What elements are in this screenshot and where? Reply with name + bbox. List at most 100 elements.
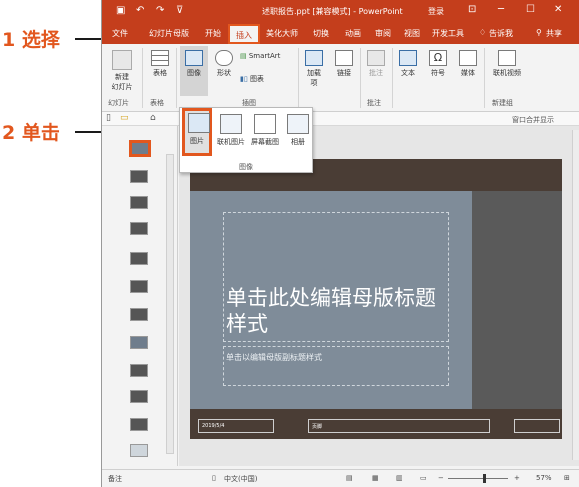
picture-label: 图片 xyxy=(190,137,204,145)
step-1-annotation: 1 选择 xyxy=(2,29,60,51)
language-icon: ▯ xyxy=(212,474,216,482)
maximize-icon[interactable]: ☐ xyxy=(526,4,535,15)
footer-placeholder[interactable]: 页脚 xyxy=(308,419,490,433)
signin-link[interactable]: 登录 xyxy=(428,6,444,17)
tab-slide-master[interactable]: 幻灯片母版 xyxy=(149,28,189,39)
image-button[interactable]: 图像 xyxy=(180,46,208,96)
tab-insert[interactable]: 插入 xyxy=(228,24,260,44)
slide-thumbnail[interactable] xyxy=(130,222,148,235)
close-icon[interactable]: ✕ xyxy=(554,4,562,15)
album-button[interactable]: 相册 xyxy=(284,114,312,147)
tell-me-input[interactable]: 告诉我 xyxy=(489,28,513,39)
title-bar: ▣ ↶ ↷ ⊽ 述职报告.ppt [兼容模式] - PowerPoint 登录 … xyxy=(102,0,579,22)
slide-side-band xyxy=(472,191,562,409)
tab-transitions[interactable]: 切换 xyxy=(313,28,329,39)
online-picture-label: 联机图片 xyxy=(217,138,245,146)
tab-developer[interactable]: 开发工具 xyxy=(432,28,464,39)
group-label-comments: 批注 xyxy=(367,99,381,107)
slide-thumbnails-pane xyxy=(102,126,178,466)
group-divider xyxy=(484,48,485,108)
slide-thumbnail[interactable] xyxy=(130,364,148,377)
comment-button[interactable]: 批注 xyxy=(364,50,388,78)
screenshot-button[interactable]: 屏幕截图 xyxy=(248,114,282,147)
slide-master-subtitle[interactable]: 单击以编辑母版副标题样式 xyxy=(226,352,446,363)
zoom-out-icon[interactable]: − xyxy=(438,474,444,482)
table-button[interactable]: 表格 xyxy=(148,50,172,78)
zoom-in-icon[interactable]: + xyxy=(514,474,520,482)
tab-view[interactable]: 视图 xyxy=(404,28,420,39)
redo-icon[interactable]: ↷ xyxy=(156,5,164,16)
fit-slide-icon[interactable]: ⊞ xyxy=(564,474,570,482)
chart-button[interactable]: ▮▯ 图表 xyxy=(240,74,280,84)
ribbon-display-icon[interactable]: ⊡ xyxy=(468,4,476,15)
notes-button[interactable]: 备注 xyxy=(108,474,122,484)
smartart-button[interactable]: ▤ SmartArt xyxy=(240,52,294,60)
tab-home[interactable]: 开始 xyxy=(205,28,221,39)
customize-icon[interactable]: ⊽ xyxy=(176,5,183,16)
home-icon[interactable]: ⌂ xyxy=(150,113,156,123)
thumbnails-scrollbar[interactable] xyxy=(166,154,174,454)
date-placeholder[interactable]: 2019/5/4 xyxy=(198,419,274,433)
zoom-slider[interactable] xyxy=(448,478,508,479)
group-label-slides: 幻灯片 xyxy=(108,99,129,107)
minimize-icon[interactable]: ─ xyxy=(498,4,504,15)
shapes-icon xyxy=(215,50,233,66)
language-status[interactable]: 中文(中国) xyxy=(224,474,257,484)
group-divider xyxy=(392,48,393,108)
shapes-button[interactable]: 形状 xyxy=(212,50,236,78)
slide-thumbnail-master[interactable] xyxy=(129,140,151,157)
symbol-button[interactable]: Ω 符号 xyxy=(426,50,450,78)
person-icon: ⚲ xyxy=(536,28,542,37)
media-button[interactable]: 媒体 xyxy=(456,50,480,78)
share-button[interactable]: 共享 xyxy=(546,28,562,39)
image-dropdown-menu: 图片 联机图片 屏幕截图 相册 图像 xyxy=(179,107,313,173)
video-icon xyxy=(498,50,516,66)
slide-thumbnail[interactable] xyxy=(130,390,148,403)
tab-animations[interactable]: 动画 xyxy=(345,28,361,39)
slide-thumbnail[interactable] xyxy=(130,444,148,457)
slide-thumbnail[interactable] xyxy=(130,196,148,209)
addins-icon xyxy=(305,50,323,66)
slide-master-title[interactable]: 单击此处编辑母版标题样式 xyxy=(226,285,446,337)
online-picture-button[interactable]: 联机图片 xyxy=(216,114,246,147)
slide-thumbnail[interactable] xyxy=(130,252,148,265)
slide-thumbnail[interactable] xyxy=(130,336,148,349)
online-video-button[interactable]: 联机视频 xyxy=(488,50,526,78)
slide-thumbnail[interactable] xyxy=(130,308,148,321)
group-label-new: 新建组 xyxy=(492,99,513,107)
tab-review[interactable]: 审阅 xyxy=(375,28,391,39)
tab-beautify[interactable]: 美化大师 xyxy=(266,28,298,39)
slide-thumbnail[interactable] xyxy=(130,170,148,183)
new-slide-button[interactable]: 新建 幻灯片 xyxy=(108,50,136,92)
picture-button[interactable]: 图片 xyxy=(182,108,212,156)
save-icon[interactable]: ▣ xyxy=(116,5,125,16)
tab-file[interactable]: 文件 xyxy=(112,28,128,39)
link-icon xyxy=(335,50,353,66)
addins-button[interactable]: 加载 项 xyxy=(302,50,326,88)
reading-view-icon[interactable]: ▥ xyxy=(396,474,403,482)
image-label: 图像 xyxy=(187,69,201,77)
slideshow-icon[interactable]: ▭ xyxy=(420,474,427,482)
folder-icon[interactable]: ▭ xyxy=(120,113,129,123)
chart-icon: ▮▯ xyxy=(240,75,250,83)
step-2-annotation: 2 单击 xyxy=(2,122,60,144)
window-title: 述职报告.ppt [兼容模式] - PowerPoint xyxy=(262,7,403,16)
zoom-slider-thumb[interactable] xyxy=(483,474,486,483)
merge-windows-label[interactable]: 窗口合并显示 xyxy=(512,115,554,125)
link-button[interactable]: 链接 xyxy=(332,50,356,78)
image-icon xyxy=(185,50,203,66)
media-label: 媒体 xyxy=(461,69,475,77)
zoom-level[interactable]: 57% xyxy=(536,474,552,482)
canvas-scrollbar[interactable] xyxy=(572,130,579,460)
group-divider xyxy=(142,48,143,108)
document-icon[interactable]: ▯ xyxy=(106,113,111,123)
undo-icon[interactable]: ↶ xyxy=(136,5,144,16)
sorter-view-icon[interactable]: ▦ xyxy=(372,474,379,482)
slide-thumbnail[interactable] xyxy=(130,418,148,431)
normal-view-icon[interactable]: ▤ xyxy=(346,474,353,482)
picture-icon xyxy=(188,113,210,133)
slide-thumbnail[interactable] xyxy=(130,280,148,293)
text-button[interactable]: 文本 xyxy=(396,50,420,78)
ribbon-insert: 新建 幻灯片 表格 图像 形状 ▤ SmartArt ▮▯ 图表 加载 项 链接… xyxy=(102,44,579,112)
slide-number-placeholder[interactable] xyxy=(514,419,560,433)
